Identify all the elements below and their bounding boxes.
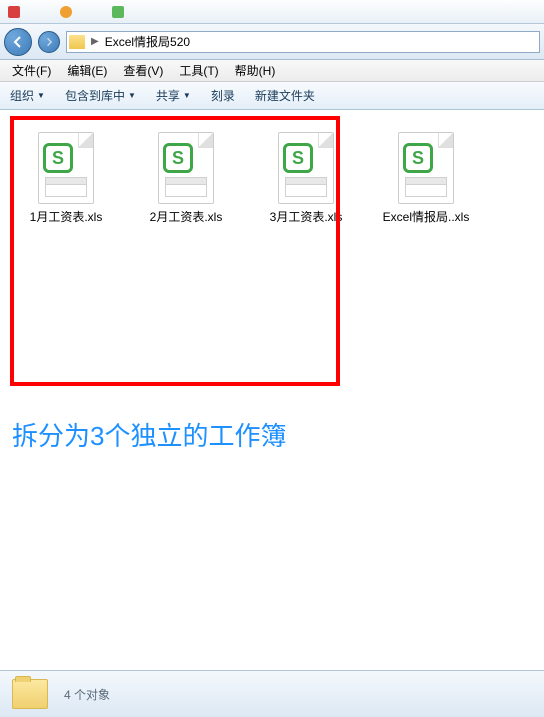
burn-label: 刻录 [211, 87, 235, 104]
files-grid: S 1月工资表.xls S 2月工资表.xls S 3月工资表.xls S Ex… [8, 124, 536, 225]
nav-bar: ▶ Excel情报局520 [0, 24, 544, 60]
breadcrumb-folder[interactable]: Excel情报局520 [105, 33, 190, 50]
organize-label: 组织 [10, 87, 34, 104]
file-name: Excel情报局..xls [383, 208, 470, 225]
file-icon: S [391, 124, 461, 204]
chevron-down-icon: ▼ [128, 91, 136, 100]
share-button[interactable]: 共享 ▼ [156, 87, 191, 104]
chevron-down-icon: ▼ [37, 91, 45, 100]
app-icon [60, 6, 72, 18]
file-item[interactable]: S Excel情报局..xls [376, 124, 476, 225]
annotation-text: 拆分为3个独立的工作簿 [12, 416, 286, 453]
menu-tools[interactable]: 工具(T) [171, 60, 226, 81]
taskbar [0, 0, 544, 24]
include-label: 包含到库中 [65, 87, 125, 104]
file-name: 1月工资表.xls [30, 208, 103, 225]
task-item[interactable] [8, 6, 20, 18]
menu-bar: 文件(F) 编辑(E) 查看(V) 工具(T) 帮助(H) [0, 60, 544, 82]
menu-file[interactable]: 文件(F) [4, 60, 59, 81]
file-name: 3月工资表.xls [270, 208, 343, 225]
forward-button[interactable] [38, 31, 60, 53]
content-area: S 1月工资表.xls S 2月工资表.xls S 3月工资表.xls S Ex… [0, 110, 544, 670]
include-button[interactable]: 包含到库中 ▼ [65, 87, 136, 104]
folder-icon [12, 679, 48, 709]
folder-icon [69, 35, 85, 49]
file-icon: S [151, 124, 221, 204]
burn-button[interactable]: 刻录 [211, 87, 235, 104]
status-bar: 4 个对象 [0, 670, 544, 717]
file-item[interactable]: S 3月工资表.xls [256, 124, 356, 225]
app-icon [8, 6, 20, 18]
menu-help[interactable]: 帮助(H) [227, 60, 284, 81]
file-icon: S [271, 124, 341, 204]
newfolder-label: 新建文件夹 [255, 87, 315, 104]
menu-view[interactable]: 查看(V) [115, 60, 171, 81]
breadcrumb-separator: ▶ [91, 36, 99, 47]
file-item[interactable]: S 2月工资表.xls [136, 124, 236, 225]
address-bar[interactable]: ▶ Excel情报局520 [66, 31, 540, 53]
toolbar: 组织 ▼ 包含到库中 ▼ 共享 ▼ 刻录 新建文件夹 [0, 82, 544, 110]
chevron-down-icon: ▼ [183, 91, 191, 100]
file-item[interactable]: S 1月工资表.xls [16, 124, 116, 225]
app-icon [112, 6, 124, 18]
menu-edit[interactable]: 编辑(E) [59, 60, 115, 81]
task-item[interactable] [112, 6, 124, 18]
status-count: 4 个对象 [64, 686, 110, 703]
file-name: 2月工资表.xls [150, 208, 223, 225]
organize-button[interactable]: 组织 ▼ [10, 87, 45, 104]
task-item[interactable] [60, 6, 72, 18]
back-button[interactable] [4, 28, 32, 56]
file-icon: S [31, 124, 101, 204]
newfolder-button[interactable]: 新建文件夹 [255, 87, 315, 104]
share-label: 共享 [156, 87, 180, 104]
